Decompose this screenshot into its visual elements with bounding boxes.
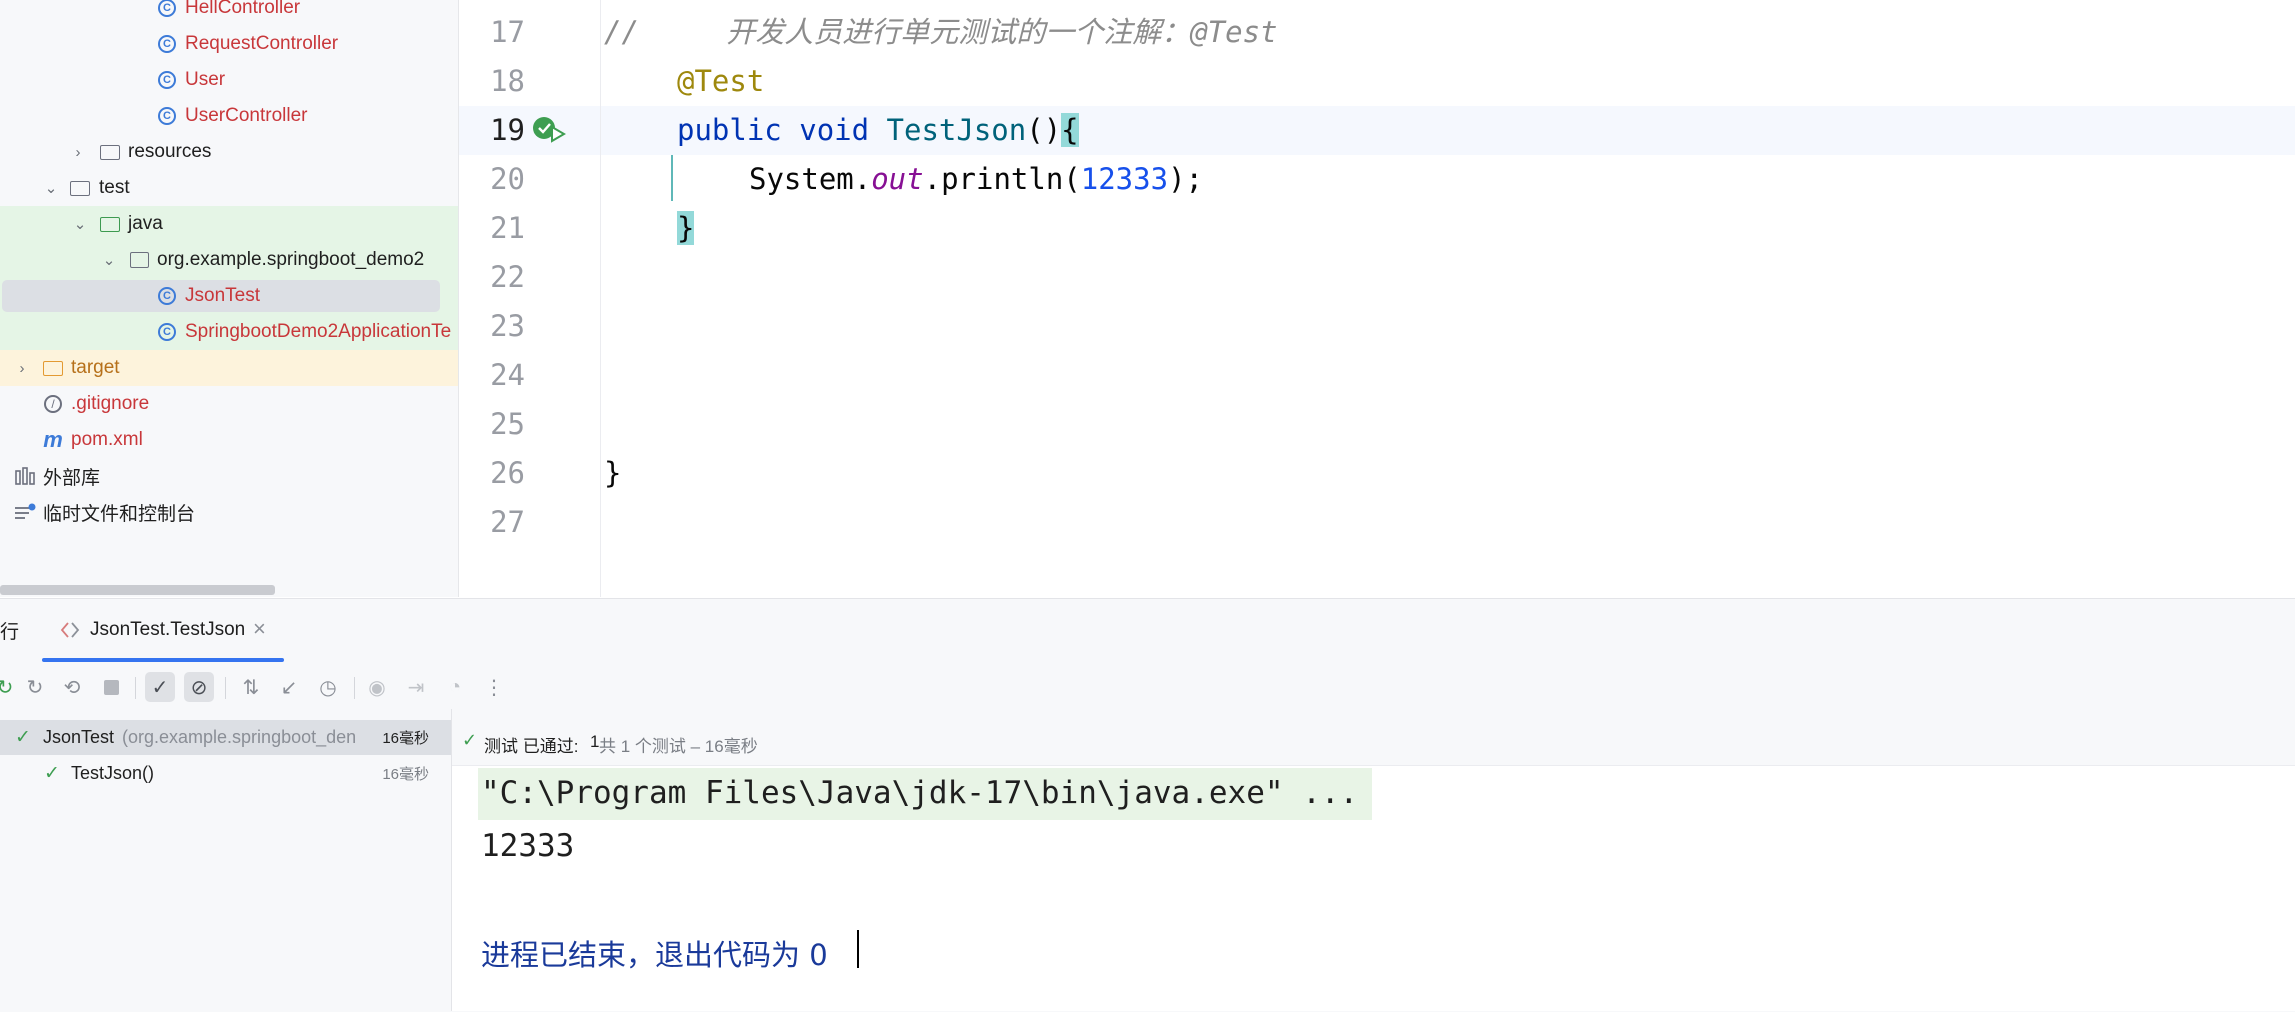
console-exit-line: 进程已结束，退出代码为 0 [481,938,828,972]
passed-check-icon: ✓ [462,730,478,750]
code-line-println: System.out.println(12333); [749,162,1203,196]
library-icon [14,465,36,487]
console-command-line: "C:\Program Files\Java\jdk-17\bin\java.e… [481,775,1359,811]
export-icon[interactable]: ⇥ [401,672,431,702]
class-icon: C [156,0,178,19]
collapse-icon[interactable]: ↙ [274,672,304,702]
code-line-method-signature: public void TestJson(){ [677,113,1079,147]
chevron-down-icon[interactable]: ⌄ [41,179,61,197]
test-duration: 16毫秒 [382,766,429,783]
chevron-down-icon[interactable]: ⌄ [99,251,119,269]
tree-item-target[interactable]: › target [0,350,458,386]
test-class-icon: C [156,321,178,343]
line-number: 27 [490,505,525,539]
tree-item-scratches[interactable]: 临时文件和控制台 [0,494,458,530]
line-number: 20 [490,162,525,196]
test-results-tree: ✓ JsonTest (org.example.springboot_den 1… [0,720,451,1011]
show-ignored-icon[interactable]: ⊘ [184,672,214,702]
code-closing-brace: } [677,211,695,245]
test-duration: 16毫秒 [382,730,429,747]
coverage-icon[interactable]: ◔ [440,672,470,702]
code-editor[interactable] [601,0,2295,597]
passed-check-icon: ✓ [15,727,31,748]
line-number: 23 [490,309,525,343]
package-icon [128,249,150,271]
excluded-folder-icon [42,357,64,379]
toggle-auto-test-icon[interactable]: ⟲ [57,672,87,702]
tree-item-pom[interactable]: m pom.xml [0,422,458,458]
close-tab-icon[interactable]: × [253,616,266,642]
chevron-down-icon[interactable]: ⌄ [70,215,90,233]
ignored-file-icon: / [42,393,64,415]
rerun-icon[interactable]: ↻ [0,672,20,702]
chevron-right-icon[interactable]: › [68,144,88,161]
line-number: 19 [490,113,525,147]
show-passed-icon[interactable]: ✓ [145,672,175,702]
tree-item-resources[interactable]: › resources [0,134,458,170]
tree-item-jsontest[interactable]: C JsonTest [0,278,458,314]
stop-icon[interactable] [96,672,126,702]
tree-item-user[interactable]: C User [0,62,458,98]
resources-folder-icon [99,141,121,163]
screenshot-icon[interactable]: ◉ [362,672,392,702]
run-panel-title: 行 [0,622,20,643]
code-line-comment: // 开发人员进行单元测试的一个注解：@Test [604,15,1278,49]
class-icon: C [156,33,178,55]
run-tab-label[interactable]: JsonTest.TestJson [90,619,245,641]
text-caret [857,930,859,968]
chevron-right-icon[interactable]: › [12,360,32,377]
tree-horizontal-scrollbar[interactable] [0,585,275,595]
code-annotation: @Test [677,64,765,98]
folder-icon [69,177,91,199]
line-number: 17 [490,15,525,49]
project-tree-panel: C HellController C RequestController C U… [0,0,459,597]
line-number: 26 [490,456,525,490]
tree-item-test[interactable]: ⌄ test [0,170,458,206]
line-number: 24 [490,358,525,392]
run-test-gutter-icon[interactable] [532,115,566,145]
maven-icon: m [43,427,63,452]
tree-item-usercontroller[interactable]: C UserController [0,98,458,134]
test-suite-row[interactable]: ✓ JsonTest (org.example.springboot_den 1… [0,720,451,755]
test-status-bar: ✓ 测试 已通过: 1 共 1 个测试 – 16毫秒 [452,720,2295,766]
scratch-console-icon [14,501,36,523]
rerun-failed-icon[interactable]: ↻ [20,672,50,702]
line-number: 21 [490,211,525,245]
class-icon: C [156,69,178,91]
line-number: 18 [490,64,525,98]
brace-scope-guide [671,155,673,201]
class-icon: C [156,105,178,127]
tree-item-java[interactable]: ⌄ java [0,206,458,242]
tree-item-external-libraries[interactable]: 外部库 [0,458,458,494]
history-icon[interactable]: ◷ [313,672,343,702]
line-number: 25 [490,407,525,441]
sort-icon[interactable]: ⇅ [236,672,266,702]
active-tab-indicator [42,658,284,662]
run-toolbar: ↻ ↻ ⟲ ✓ ⊘ ⇅ ↙ ◷ ◉ ⇥ ◔ ⋮ [0,665,2295,709]
tree-item-requestcontroller[interactable]: C RequestController [0,26,458,62]
passed-check-icon: ✓ [44,763,60,784]
tree-item-springbootdemo2applicationtests[interactable]: C SpringbootDemo2ApplicationTe [0,314,458,350]
test-status-prefix: 测试 已通过: [484,737,579,756]
tree-item-gitignore[interactable]: / .gitignore [0,386,458,422]
tree-item-hellcontroller[interactable]: C HellController [0,0,458,26]
test-status-summary: 共 1 个测试 – 16毫秒 [599,737,758,756]
tree-item-package[interactable]: ⌄ org.example.springboot_demo2 [0,242,458,278]
test-class-icon: C [156,285,178,307]
line-number: 22 [490,260,525,294]
console-output-line: 12333 [481,828,575,864]
more-icon[interactable]: ⋮ [479,672,509,702]
code-class-closing-brace: } [604,456,622,490]
test-source-folder-icon [99,213,121,235]
test-method-row[interactable]: ✓ TestJson() 16毫秒 [0,756,451,791]
test-tab-icon [60,620,80,640]
